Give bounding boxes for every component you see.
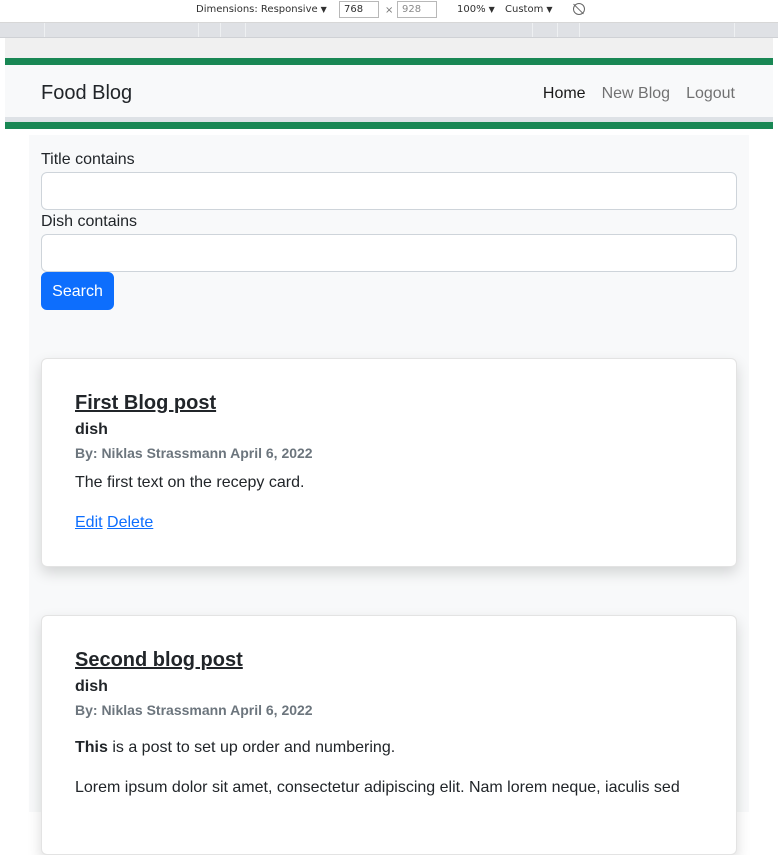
nav-links: Home New Blog Logout <box>543 85 735 103</box>
devtools-toolbar: Dimensions: Responsive ▼ 768 × 928 100% ▼ … <box>0 0 778 23</box>
ruler-segment <box>579 23 580 37</box>
height-input[interactable]: 928 <box>397 1 437 18</box>
zoom-label: 100% <box>457 4 486 15</box>
edit-link[interactable]: Edit <box>75 514 103 531</box>
top-navigation: Food Blog Home New Blog Logout <box>5 58 773 129</box>
post-dish: dish <box>75 421 108 438</box>
rotate-disabled-icon[interactable] <box>573 3 585 15</box>
zoom-dropdown[interactable]: 100% ▼ <box>457 4 495 15</box>
blog-post-card: Second blog post dish By: Niklas Strassm… <box>41 615 737 855</box>
ruler-segment <box>245 23 246 37</box>
ruler-segment <box>532 23 533 37</box>
navbar: Food Blog Home New Blog Logout <box>5 65 773 122</box>
post-title-link[interactable]: Second blog post <box>75 649 243 672</box>
dish-filter-label: Dish contains <box>41 213 138 230</box>
ruler-segment <box>734 23 735 37</box>
dimensions-dropdown[interactable]: Dimensions: Responsive ▼ <box>196 4 327 15</box>
ruler-segment <box>44 23 45 37</box>
accent-bar <box>5 58 773 65</box>
post-dish: dish <box>75 678 108 695</box>
throttle-label: Custom <box>505 4 544 15</box>
width-input[interactable]: 768 <box>339 1 379 18</box>
nav-logout[interactable]: Logout <box>686 85 735 103</box>
chevron-down-icon: ▼ <box>320 5 327 14</box>
post-title-link[interactable]: First Blog post <box>75 392 216 415</box>
title-filter-input[interactable] <box>41 172 737 210</box>
device-viewport: Food Blog Home New Blog Logout Title con… <box>5 38 773 855</box>
post-body-bold: This <box>75 739 108 756</box>
page: Food Blog Home New Blog Logout Title con… <box>5 58 773 855</box>
throttle-dropdown[interactable]: Custom ▼ <box>505 4 552 15</box>
times-sign: × <box>385 5 394 16</box>
post-actions: Edit Delete <box>75 514 153 532</box>
dish-filter-input[interactable] <box>41 234 737 272</box>
ruler-segment <box>557 23 558 37</box>
post-body-rest: is a post to set up order and numbering. <box>107 739 396 756</box>
delete-link[interactable]: Delete <box>107 514 153 531</box>
blog-post-card: First Blog post dish By: Niklas Strassma… <box>41 358 737 567</box>
post-meta: By: Niklas Strassmann April 6, 2022 <box>75 445 313 461</box>
ruler-segment <box>198 23 199 37</box>
post-body: This is a post to set up order and numbe… <box>75 739 395 757</box>
ruler-segment <box>220 23 221 37</box>
accent-bar <box>5 122 773 129</box>
main-content: Title contains Dish contains Search Firs… <box>29 135 749 855</box>
post-lorem: Lorem ipsum dolor sit amet, consectetur … <box>75 779 680 796</box>
brand-link[interactable]: Food Blog <box>41 82 132 105</box>
dimensions-label: Dimensions: Responsive <box>196 4 318 15</box>
chevron-down-icon: ▼ <box>488 5 495 14</box>
title-filter-label: Title contains <box>41 151 135 168</box>
search-button[interactable]: Search <box>41 272 114 310</box>
media-query-ruler[interactable] <box>0 23 778 38</box>
chevron-down-icon: ▼ <box>546 5 553 14</box>
nav-new-blog[interactable]: New Blog <box>602 85 670 103</box>
post-meta: By: Niklas Strassmann April 6, 2022 <box>75 702 313 718</box>
nav-home[interactable]: Home <box>543 85 586 103</box>
post-body: The first text on the recepy card. <box>75 474 305 491</box>
